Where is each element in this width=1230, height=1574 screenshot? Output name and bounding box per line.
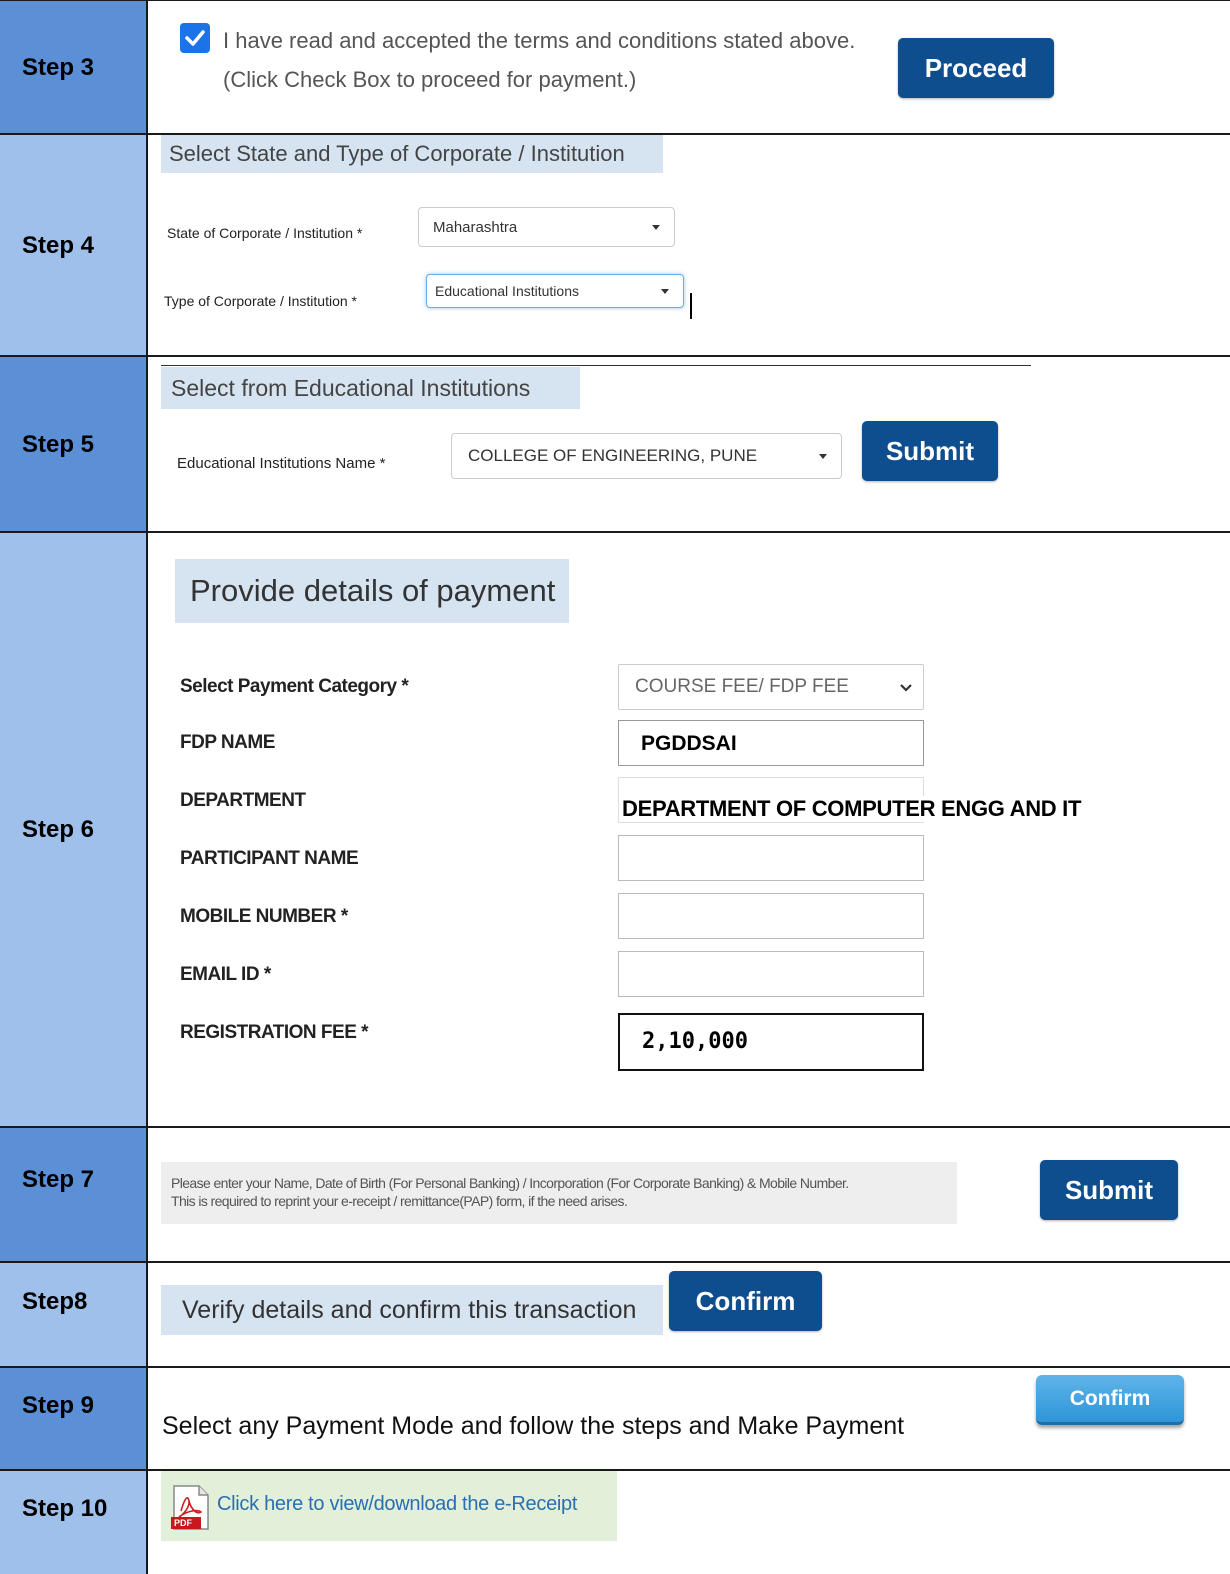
step7-label-text: Step 7 xyxy=(22,1166,95,1193)
step5-row: Step 5 Select from Educational Instituti… xyxy=(0,355,1230,532)
check-icon xyxy=(185,30,205,46)
ereceipt-link-text: Click here to view/download the e-Receip… xyxy=(217,1493,578,1515)
payment-category-value: COURSE FEE/ FDP FEE xyxy=(635,676,849,697)
type-label: Type of Corporate / Institution * xyxy=(164,293,357,309)
step7-label: Step 7 xyxy=(0,1128,148,1262)
fdp-name-label: FDP NAME xyxy=(180,732,275,753)
terms-checkbox[interactable] xyxy=(180,23,210,53)
step5-heading-rule xyxy=(161,365,1031,366)
email-id-label: EMAIL ID * xyxy=(180,964,271,985)
step9-confirm-button[interactable]: Confirm xyxy=(1036,1375,1184,1425)
text-cursor xyxy=(690,293,692,319)
step3-content: I have read and accepted the terms and c… xyxy=(148,1,1230,134)
state-select-value: Maharashtra xyxy=(433,218,518,236)
step3-row: Step 3 I have read and accepted the term… xyxy=(0,0,1230,134)
registration-fee-value: 2,10,000 xyxy=(642,1029,748,1054)
institution-select[interactable]: COLLEGE OF ENGINEERING, PUNE xyxy=(451,433,842,479)
step7-submit-button[interactable]: Submit xyxy=(1040,1160,1178,1220)
step3-label: Step 3 xyxy=(0,1,148,134)
step10-content: PDF Click here to view/download the e-Re… xyxy=(148,1471,1230,1574)
step10-row: Step 10 PDF Click here to view/download … xyxy=(0,1469,1230,1574)
step10-label: Step 10 xyxy=(0,1471,148,1574)
step7-row: Step 7 Please enter your Name, Date of B… xyxy=(0,1126,1230,1262)
step9-row: Step 9 Select any Payment Mode and follo… xyxy=(0,1366,1230,1470)
step7-note-line2: This is required to reprint your e-recei… xyxy=(171,1193,628,1209)
step7-note: Please enter your Name, Date of Birth (F… xyxy=(161,1162,957,1224)
institution-select-value: COLLEGE OF ENGINEERING, PUNE xyxy=(468,446,758,465)
step4-content: Select State and Type of Corporate / Ins… xyxy=(148,135,1230,356)
registration-fee-label: REGISTRATION FEE * xyxy=(180,1022,369,1043)
terms-text: I have read and accepted the terms and c… xyxy=(223,28,856,53)
pdf-tag-text: PDF xyxy=(174,1518,192,1528)
payment-category-label: Select Payment Category * xyxy=(180,676,409,697)
fdp-name-value: PGDDSAI xyxy=(641,732,737,755)
step5-content: Select from Educational Institutions Edu… xyxy=(148,357,1230,532)
step7-content: Please enter your Name, Date of Birth (F… xyxy=(148,1128,1230,1262)
state-label: State of Corporate / Institution * xyxy=(167,225,363,241)
registration-fee-input[interactable]: 2,10,000 xyxy=(618,1013,924,1071)
payment-category-select[interactable]: COURSE FEE/ FDP FEE xyxy=(618,664,924,710)
step6-row: Step 6 Provide details of payment Select… xyxy=(0,531,1230,1127)
step6-heading: Provide details of payment xyxy=(175,559,569,623)
chevron-down-icon xyxy=(819,454,827,459)
step8-label: Step8 xyxy=(0,1263,148,1367)
step9-content: Select any Payment Mode and follow the s… xyxy=(148,1368,1230,1470)
type-select[interactable]: Educational Institutions xyxy=(426,274,684,308)
chevron-down-icon xyxy=(900,684,912,692)
step6-content: Provide details of payment Select Paymen… xyxy=(148,533,1230,1127)
step5-heading: Select from Educational Institutions xyxy=(161,367,580,409)
step7-note-line1: Please enter your Name, Date of Birth (F… xyxy=(171,1175,849,1191)
participant-name-label: PARTICIPANT NAME xyxy=(180,848,359,869)
step4-label: Step 4 xyxy=(0,135,148,356)
participant-name-input[interactable] xyxy=(618,835,924,881)
mobile-number-input[interactable] xyxy=(618,893,924,939)
mobile-number-label: MOBILE NUMBER * xyxy=(180,906,348,927)
pdf-icon: PDF xyxy=(171,1485,211,1531)
step9-label-text: Step 9 xyxy=(22,1392,95,1419)
department-label: DEPARTMENT xyxy=(180,790,306,811)
step9-text: Select any Payment Mode and follow the s… xyxy=(162,1412,905,1440)
step8-row: Step8 Verify details and confirm this tr… xyxy=(0,1261,1230,1367)
step5-label: Step 5 xyxy=(0,357,148,532)
step10-label-text: Step 10 xyxy=(22,1495,108,1522)
step8-text: Verify details and confirm this transact… xyxy=(161,1285,663,1335)
step9-label: Step 9 xyxy=(0,1368,148,1470)
step8-label-text: Step8 xyxy=(22,1288,88,1315)
step5-submit-button[interactable]: Submit xyxy=(862,421,998,481)
state-select[interactable]: Maharashtra xyxy=(418,207,675,247)
ereceipt-link[interactable]: PDF Click here to view/download the e-Re… xyxy=(161,1471,617,1541)
department-value: DEPARTMENT OF COMPUTER ENGG AND IT xyxy=(622,796,1082,822)
proceed-button[interactable]: Proceed xyxy=(898,38,1054,98)
email-id-input[interactable] xyxy=(618,951,924,997)
type-select-value: Educational Institutions xyxy=(435,283,579,299)
step6-label: Step 6 xyxy=(0,533,148,1127)
step8-confirm-button[interactable]: Confirm xyxy=(669,1271,822,1331)
chevron-down-icon xyxy=(652,225,660,230)
chevron-down-icon xyxy=(661,289,669,294)
step8-content: Verify details and confirm this transact… xyxy=(148,1263,1230,1367)
step4-row: Step 4 Select State and Type of Corporat… xyxy=(0,133,1230,356)
institution-label: Educational Institutions Name * xyxy=(177,455,386,472)
step4-heading: Select State and Type of Corporate / Ins… xyxy=(161,135,663,173)
terms-hint: (Click Check Box to proceed for payment.… xyxy=(223,67,637,92)
fdp-name-input[interactable]: PGDDSAI xyxy=(618,720,924,766)
